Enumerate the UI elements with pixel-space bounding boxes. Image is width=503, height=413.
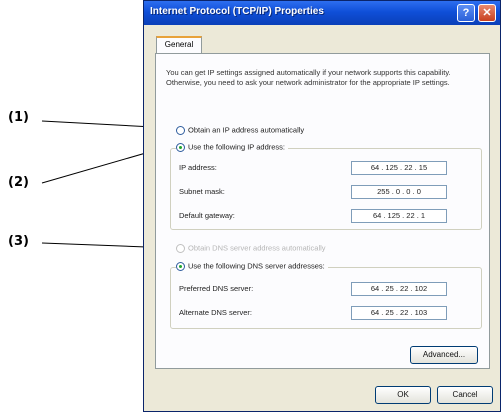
radio-checked-icon: [176, 142, 185, 152]
tab-general[interactable]: General: [156, 36, 202, 54]
radio-label: Obtain an IP address automatically: [188, 125, 305, 135]
default-gateway-label: Default gateway:: [179, 211, 235, 220]
radio-label: Obtain DNS server address automatically: [188, 243, 326, 253]
ip-address-row: IP address: 64 . 125 . 22 . 15: [179, 161, 473, 175]
subnet-mask-row: Subnet mask: 255 . 0 . 0 . 0: [179, 185, 473, 199]
preferred-dns-label: Preferred DNS server:: [179, 284, 254, 293]
radio-disabled-icon: [176, 243, 185, 253]
radio-icon: [176, 125, 185, 135]
default-gateway-row: Default gateway: 64 . 125 . 22 . 1: [179, 209, 473, 223]
preferred-dns-row: Preferred DNS server: 64 . 25 . 22 . 102: [179, 282, 473, 296]
title-bar[interactable]: Internet Protocol (TCP/IP) Properties ? …: [144, 1, 500, 25]
window-title: Internet Protocol (TCP/IP) Properties: [150, 6, 324, 17]
radio-checked-icon: [176, 261, 185, 271]
help-button[interactable]: ?: [457, 4, 475, 22]
ok-button[interactable]: OK: [375, 386, 431, 404]
radio-label: Use the following DNS server addresses:: [188, 261, 325, 271]
ip-address-field[interactable]: 64 . 125 . 22 . 15: [351, 161, 447, 175]
close-icon: ✕: [482, 7, 492, 19]
alternate-dns-field[interactable]: 64 . 25 . 22 . 103: [351, 306, 447, 320]
radio-use-following-dns[interactable]: Use the following DNS server addresses:: [176, 261, 328, 273]
preferred-dns-field[interactable]: 64 . 25 . 22 . 102: [351, 282, 447, 296]
advanced-button[interactable]: Advanced...: [410, 346, 478, 364]
general-tab-panel: You can get IP settings assigned automat…: [155, 53, 490, 369]
subnet-mask-label: Subnet mask:: [179, 187, 225, 196]
help-icon: ?: [462, 7, 470, 19]
radio-label: Use the following IP address:: [188, 142, 285, 152]
close-button[interactable]: ✕: [478, 4, 496, 22]
ip-address-label: IP address:: [179, 163, 217, 172]
ip-address-group: IP address: 64 . 125 . 22 . 15 Subnet ma…: [170, 148, 482, 230]
dns-server-group: Preferred DNS server: 64 . 25 . 22 . 102…: [170, 267, 482, 329]
properties-dialog: Internet Protocol (TCP/IP) Properties ? …: [143, 0, 501, 412]
subnet-mask-field[interactable]: 255 . 0 . 0 . 0: [351, 185, 447, 199]
radio-obtain-dns-auto[interactable]: Obtain DNS server address automatically: [176, 243, 326, 255]
radio-obtain-ip-auto[interactable]: Obtain an IP address automatically: [176, 125, 304, 137]
default-gateway-field[interactable]: 64 . 125 . 22 . 1: [351, 209, 447, 223]
radio-use-following-ip[interactable]: Use the following IP address:: [176, 142, 288, 154]
alternate-dns-row: Alternate DNS server: 64 . 25 . 22 . 103: [179, 306, 473, 320]
alternate-dns-label: Alternate DNS server:: [179, 308, 252, 317]
cancel-button[interactable]: Cancel: [437, 386, 493, 404]
intro-text: You can get IP settings assigned automat…: [166, 68, 451, 87]
